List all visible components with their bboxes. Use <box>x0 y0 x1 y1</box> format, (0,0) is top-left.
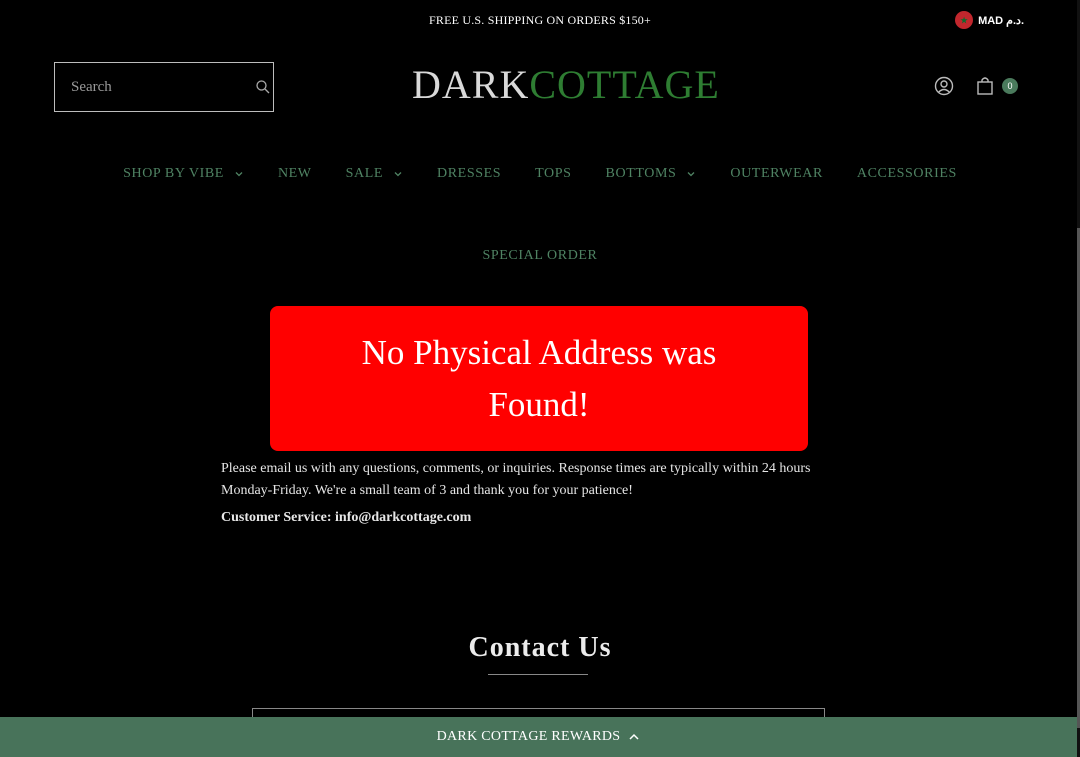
secondary-navigation: SPECIAL ORDER <box>0 242 1080 270</box>
nav-label: SALE <box>345 166 384 181</box>
nav-label: OUTERWEAR <box>730 166 823 181</box>
nav-label: SHOP BY VIBE <box>123 166 224 181</box>
search-box[interactable] <box>54 62 274 112</box>
nav-item-new[interactable]: NEW <box>261 160 329 188</box>
nav-item-sale[interactable]: SALE <box>329 160 420 188</box>
currency-label: MAD د.م. <box>978 14 1024 27</box>
nav-label: BOTTOMS <box>605 166 677 181</box>
nav-label: DRESSES <box>437 166 502 181</box>
nav-item-dresses[interactable]: DRESSES <box>420 160 518 188</box>
shopping-bag-icon <box>976 76 994 96</box>
chevron-up-icon <box>628 732 640 742</box>
nav-item-tops[interactable]: TOPS <box>518 160 588 188</box>
error-alert: No Physical Address was Found! <box>270 306 808 451</box>
announcement-bar: FREE U.S. SHIPPING ON ORDERS $150+ <box>429 13 651 27</box>
chevron-down-icon <box>686 169 696 179</box>
search-input[interactable] <box>71 78 255 96</box>
nav-item-shop-by-vibe[interactable]: SHOP BY VIBE <box>106 160 261 188</box>
customer-service-email[interactable]: Customer Service: info@darkcottage.com <box>221 510 471 526</box>
cart-count-badge: 0 <box>1002 78 1018 94</box>
nav-label: ACCESSORIES <box>856 166 957 181</box>
rewards-bar[interactable]: DARK COTTAGE REWARDS <box>0 717 1077 757</box>
heading-divider <box>488 674 588 675</box>
contact-paragraph: Please email us with any questions, comm… <box>221 461 811 498</box>
rewards-label: DARK COTTAGE REWARDS <box>436 729 621 744</box>
search-icon[interactable] <box>255 79 271 95</box>
header-icons: 0 <box>934 76 1018 96</box>
contact-heading: Contact Us <box>468 632 612 663</box>
nav-label: NEW <box>277 166 312 181</box>
morocco-flag-icon: ★ <box>955 11 974 29</box>
account-icon[interactable] <box>934 76 954 96</box>
nav-label: SPECIAL ORDER <box>482 248 598 263</box>
site-logo[interactable]: DARKCOTTAGE <box>412 58 719 112</box>
logo-dark: DARK <box>412 62 530 107</box>
currency-selector[interactable]: ★ MAD د.م. <box>955 11 1024 29</box>
chevron-down-icon <box>234 169 244 179</box>
logo-cottage: COTTAGE <box>529 62 720 107</box>
nav-item-bottoms[interactable]: BOTTOMS <box>589 160 714 188</box>
nav-item-special-order[interactable]: SPECIAL ORDER <box>465 242 614 270</box>
nav-item-accessories[interactable]: ACCESSORIES <box>840 160 974 188</box>
chevron-down-icon <box>393 169 403 179</box>
nav-item-outerwear[interactable]: OUTERWEAR <box>713 160 840 188</box>
main-navigation: SHOP BY VIBE NEW SALE DRESSES TOPS BOTTO… <box>0 160 1080 188</box>
nav-label: TOPS <box>535 166 572 181</box>
cart-button[interactable]: 0 <box>976 76 1018 96</box>
